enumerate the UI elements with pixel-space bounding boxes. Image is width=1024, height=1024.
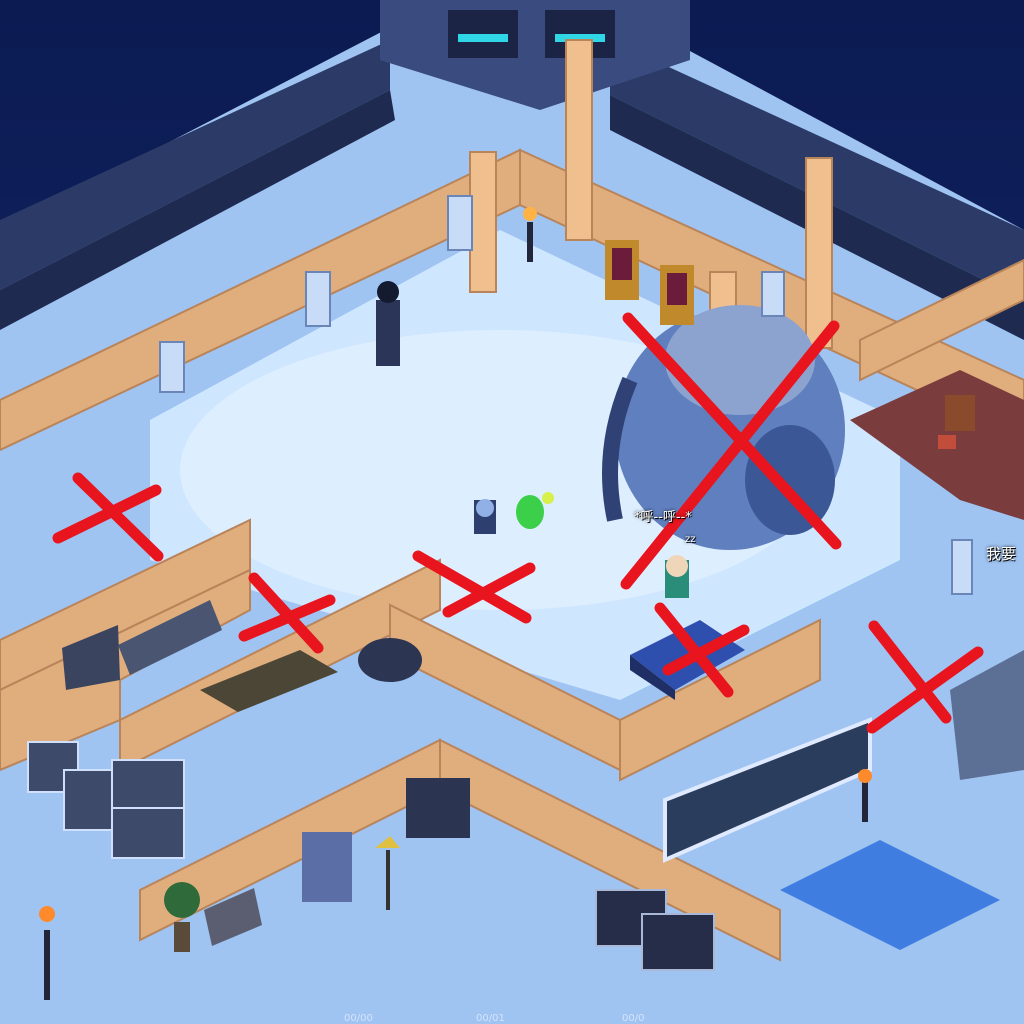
stool[interactable] xyxy=(938,435,956,449)
hud-counter-3: 00/0 xyxy=(622,1013,645,1024)
fridge[interactable] xyxy=(302,832,352,902)
game-scene[interactable] xyxy=(0,0,1024,1024)
edge-player-label: 我要 xyxy=(986,545,1017,563)
sleep-indicator: zz xyxy=(685,534,696,545)
bookshelf[interactable] xyxy=(406,778,470,838)
hud-counter-1: 00/00 xyxy=(344,1013,373,1024)
knight-character[interactable] xyxy=(474,499,496,534)
hud-counter-2: 00/01 xyxy=(476,1013,505,1024)
barrel[interactable] xyxy=(358,638,422,682)
vanity-table[interactable] xyxy=(945,395,975,431)
player-character[interactable] xyxy=(665,555,689,598)
player-name-label: *呼--呼--* xyxy=(634,510,692,525)
orb-pedestal[interactable] xyxy=(376,281,400,366)
